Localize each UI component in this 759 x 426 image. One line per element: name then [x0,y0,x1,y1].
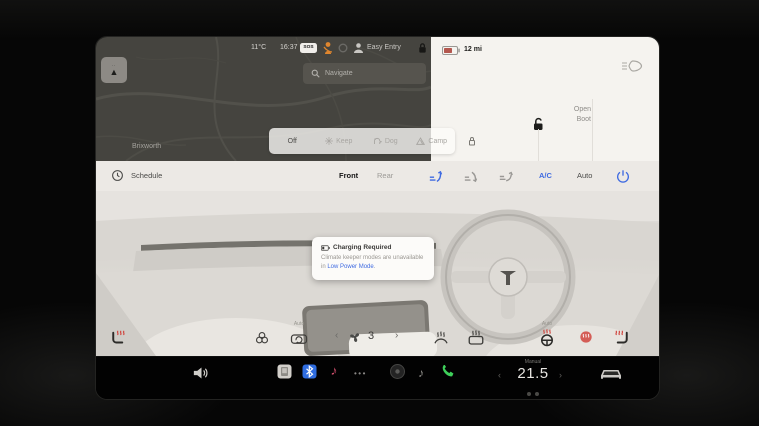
north-arrow-icon: ▲ [110,68,119,77]
battery-icon [442,46,460,55]
airbag-warning-icon [322,41,334,55]
map-place-label: Brixworth [132,143,161,150]
fan-speed-value: 3 [368,330,374,342]
keeper-off-label: Off [288,138,297,145]
schedule-button[interactable]: Schedule [131,171,162,180]
lock-icon[interactable] [417,42,428,54]
open-boot-line1: Open [546,105,591,115]
clock-time: 16:37 [280,44,298,51]
tesla-touchscreen: 11°C 16:37 SOS Easy Entry ·· ▲ [95,36,660,400]
recirculation-icon[interactable] [290,330,308,346]
notification-body: Climate keeper modes are unavailable in … [321,254,425,273]
notification-title: Charging Required [333,244,392,251]
map-orientation-button[interactable]: ·· ▲ [101,57,127,83]
music-note-icon[interactable]: ♪ [418,366,424,380]
bezel-top-shade [0,0,759,40]
battery-alert-icon [321,245,330,251]
ac-button[interactable]: A/C [539,171,552,180]
notification-title-row: Charging Required [321,244,425,251]
notification-suffix: . [374,264,376,270]
airflow-face-icon[interactable] [427,168,444,185]
keeper-option-camp[interactable]: Camp [409,137,456,145]
temp-value: 21.5 [509,365,557,382]
charge-port-lock-icon [468,136,476,146]
door-seam [592,99,593,161]
passenger-seat-heater-icon[interactable] [614,329,632,347]
dog-icon [373,137,382,145]
driver-profile-icon [353,42,364,54]
recirculation-mode-label: Auto [288,321,310,327]
airflow-mix-icon[interactable] [497,168,514,185]
fan-icon [347,329,363,345]
fan-speed-down-button[interactable]: ‹ [335,330,338,341]
tab-front[interactable]: Front [339,171,358,180]
headlight-icon[interactable] [621,59,643,73]
tent-icon [416,137,425,145]
steering-heat-mode-label: Auto [536,321,558,327]
vehicle-status-panel: 12 mi Open Boot [431,37,660,161]
tab-rear[interactable]: Rear [377,171,393,180]
search-icon [311,69,320,78]
schedule-clock-icon [111,169,124,182]
climate-keeper-segment: Off Keep Dog Camp [269,128,455,154]
driver-profile-button[interactable]: Easy Entry [367,44,401,51]
car-icon[interactable] [598,366,624,382]
keeper-option-off[interactable]: Off [269,138,316,145]
power-icon[interactable] [615,168,631,184]
temp-down-button[interactable]: ‹ [498,370,501,380]
sos-badge[interactable]: SOS [300,43,317,53]
keeper-option-keep[interactable]: Keep [316,137,363,145]
front-defrost-icon[interactable] [432,329,450,347]
navigate-placeholder: Navigate [325,70,353,77]
bluetooth-icon[interactable] [302,364,317,379]
sos-label: SOS [303,45,313,50]
media-app-icon[interactable]: ♪ [330,363,339,379]
battery-range: 12 mi [464,46,482,53]
keeper-keep-label: Keep [336,138,352,145]
launcher-bar: ♪ ••• ♪ ‹ Manual 21.5 › [96,356,660,400]
cabin-temperature-control[interactable]: Manual 21.5 [509,359,557,400]
navigate-search-field[interactable]: Navigate [303,63,426,84]
dashboard-bezel: 11°C 16:37 SOS Easy Entry ·· ▲ [0,0,759,426]
low-power-mode-link[interactable]: Low Power Mode [327,264,373,270]
volume-icon[interactable] [193,366,210,380]
heated-seat-indicator-icon[interactable] [578,329,594,345]
open-boot-button[interactable]: Open Boot [546,105,591,125]
more-apps-button[interactable]: ••• [354,369,367,378]
phone-icon[interactable] [440,365,455,380]
bioweapon-defense-icon[interactable] [254,330,270,346]
open-boot-line2: Boot [546,115,591,125]
temp-up-button[interactable]: › [559,370,562,380]
auto-button[interactable]: Auto [577,171,592,180]
charging-required-card[interactable]: Charging Required Climate keeper modes a… [312,237,434,280]
keeper-camp-label: Camp [428,138,447,145]
fan-speed-up-button[interactable]: › [395,330,398,341]
airflow-feet-icon[interactable] [462,168,479,185]
app-icon-2[interactable] [390,364,405,379]
status-indicator-icon [338,43,348,53]
snowflake-icon [325,137,333,145]
temp-sub-indicators [509,383,557,400]
keeper-dog-label: Dog [385,138,398,145]
steering-wheel-heater-icon[interactable] [538,329,556,347]
driver-seat-heater-icon[interactable] [108,329,126,347]
app-icon-1[interactable] [277,364,292,379]
outside-temperature: 11°C [251,44,266,51]
rear-defrost-icon[interactable] [467,329,485,347]
keeper-option-dog[interactable]: Dog [362,137,409,145]
door-seam [538,129,539,161]
